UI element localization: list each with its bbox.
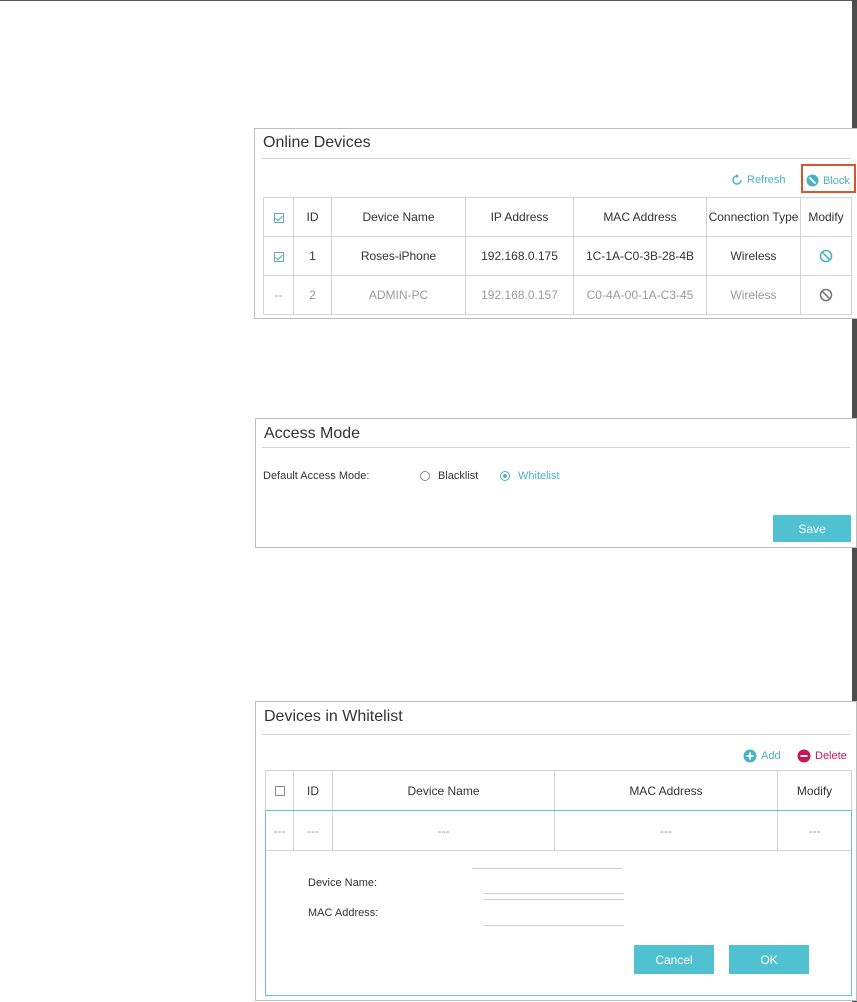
select-all-cell[interactable] bbox=[265, 770, 294, 811]
whitelist-option[interactable]: Whitelist bbox=[500, 470, 560, 482]
col-id: ID bbox=[293, 770, 333, 811]
ok-button[interactable]: OK bbox=[729, 945, 809, 974]
row-mac: C0-4A-00-1A-C3-45 bbox=[573, 275, 707, 315]
block-device-icon[interactable] bbox=[819, 288, 833, 302]
col-device-name: Device Name bbox=[332, 770, 555, 811]
device-name-label: Device Name: bbox=[308, 877, 378, 889]
col-ip-address: IP Address bbox=[465, 197, 574, 237]
row-select-cell[interactable] bbox=[263, 236, 294, 276]
delete-label: Delete bbox=[815, 750, 847, 762]
row-id: 2 bbox=[293, 275, 332, 315]
row-modify-cell bbox=[800, 275, 852, 315]
block-device-icon[interactable] bbox=[819, 249, 833, 263]
select-all-checkbox[interactable] bbox=[274, 786, 285, 797]
row-id: 1 bbox=[293, 236, 332, 276]
table-row[interactable]: 1 Roses-iPhone 192.168.0.175 1C-1A-C0-3B… bbox=[263, 236, 852, 276]
add-button[interactable]: Add bbox=[743, 749, 781, 763]
access-mode-title-rule bbox=[262, 447, 850, 448]
row-device-name: ADMIN-PC bbox=[331, 275, 466, 315]
refresh-label: Refresh bbox=[747, 174, 786, 186]
col-mac-address: MAC Address bbox=[573, 197, 707, 237]
whitelist-title: Devices in Whitelist bbox=[264, 708, 403, 725]
access-mode-panel: Access Mode Default Access Mode: Blackli… bbox=[255, 418, 857, 548]
online-devices-title: Online Devices bbox=[263, 134, 371, 151]
save-button[interactable]: Save bbox=[773, 515, 851, 542]
whitelist-label: Whitelist bbox=[518, 470, 560, 482]
device-name-input-bottom bbox=[484, 893, 624, 894]
block-label: Block bbox=[823, 174, 850, 187]
col-id: ID bbox=[293, 197, 332, 237]
row-ip: 192.168.0.157 bbox=[465, 275, 574, 315]
refresh-button[interactable]: Refresh bbox=[731, 174, 786, 186]
block-icon bbox=[806, 174, 819, 187]
row-select-cell: -- bbox=[263, 275, 294, 315]
row-device-name: Roses-iPhone bbox=[331, 236, 466, 276]
mac-address-input[interactable] bbox=[484, 899, 624, 900]
col-modify: Modify bbox=[800, 197, 852, 237]
row-mac: 1C-1A-C0-3B-28-4B bbox=[573, 236, 707, 276]
whitelist-title-rule bbox=[262, 734, 850, 735]
delete-icon bbox=[797, 749, 811, 763]
access-mode-title: Access Mode bbox=[264, 425, 361, 442]
online-devices-title-rule bbox=[261, 158, 851, 159]
online-devices-header-row: ID Device Name IP Address MAC Address Co… bbox=[263, 197, 852, 237]
whitelist-header-row: ID Device Name MAC Address Modify bbox=[265, 770, 852, 811]
mac-address-label: MAC Address: bbox=[308, 907, 379, 919]
online-devices-panel: Online Devices Refresh Block ID Device N… bbox=[254, 128, 857, 319]
add-label: Add bbox=[761, 750, 781, 762]
add-device-form: Device Name: MAC Address: Cancel OK bbox=[265, 810, 852, 996]
mac-address-input-bottom bbox=[484, 925, 624, 926]
select-all-cell[interactable] bbox=[263, 197, 294, 237]
row-connection-type: Wireless bbox=[706, 236, 801, 276]
table-row[interactable]: -- 2 ADMIN-PC 192.168.0.157 C0-4A-00-1A-… bbox=[263, 275, 852, 315]
row-connection-type: Wireless bbox=[706, 275, 801, 315]
row-ip: 192.168.0.175 bbox=[465, 236, 574, 276]
col-modify: Modify bbox=[777, 770, 852, 811]
blacklist-label: Blacklist bbox=[438, 470, 479, 482]
row-checkbox[interactable] bbox=[273, 251, 284, 262]
whitelist-panel: Devices in Whitelist Add Delete ID Devic… bbox=[255, 701, 857, 1001]
col-mac-address: MAC Address bbox=[554, 770, 778, 811]
online-devices-table: ID Device Name IP Address MAC Address Co… bbox=[263, 197, 852, 315]
col-connection-type: Connection Type bbox=[706, 197, 801, 237]
blacklist-option[interactable]: Blacklist bbox=[420, 470, 478, 482]
blacklist-radio[interactable] bbox=[420, 471, 430, 481]
select-all-checkbox[interactable] bbox=[273, 212, 284, 223]
col-device-name: Device Name bbox=[331, 197, 466, 237]
row-modify-cell bbox=[800, 236, 852, 276]
device-name-input[interactable] bbox=[472, 868, 622, 869]
whitelist-radio[interactable] bbox=[500, 471, 510, 481]
block-button[interactable]: Block bbox=[806, 174, 850, 187]
default-access-mode-label: Default Access Mode: bbox=[263, 470, 370, 482]
delete-button[interactable]: Delete bbox=[797, 749, 847, 763]
add-icon bbox=[743, 749, 757, 763]
page-top-rule bbox=[0, 0, 857, 1]
refresh-icon bbox=[732, 174, 742, 185]
cancel-button[interactable]: Cancel bbox=[634, 945, 714, 974]
